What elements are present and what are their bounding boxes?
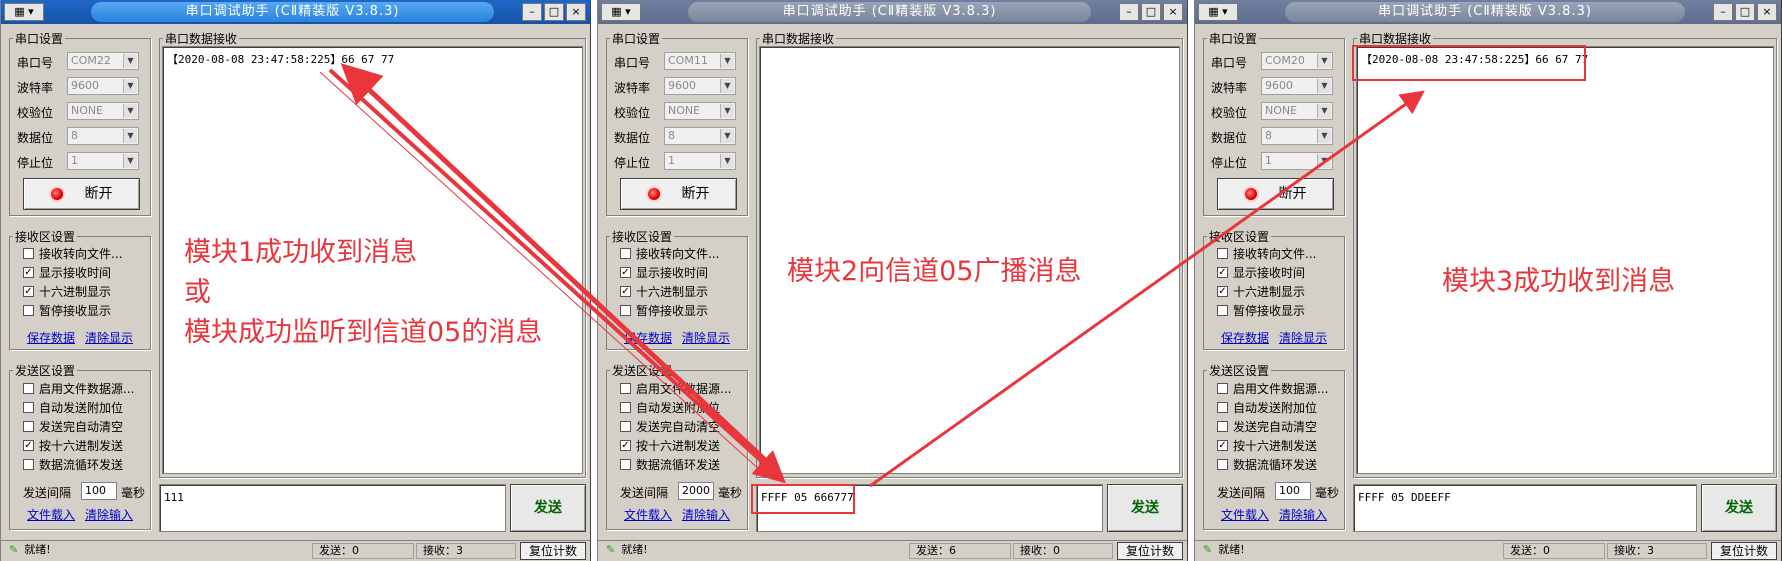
annotation-arrows [319, 63, 1425, 488]
arrow-to-window3 [869, 90, 1425, 488]
arrow-to-window2-send [328, 68, 786, 484]
arrow-to-window1 [340, 63, 780, 474]
arrow-thin-1 [319, 71, 761, 471]
